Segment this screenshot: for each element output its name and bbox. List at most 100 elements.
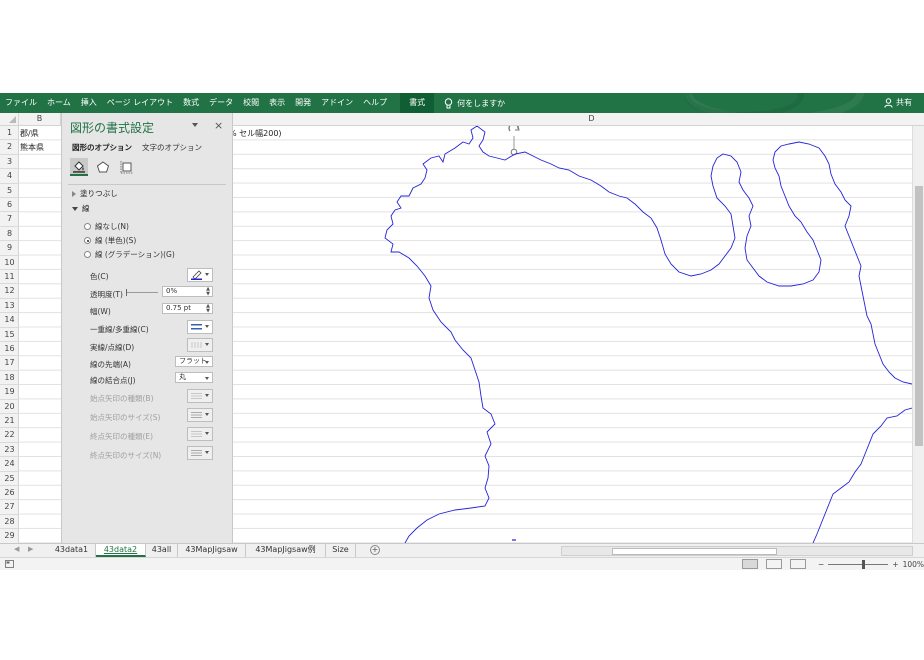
ribbon-tab-1[interactable]: ホーム — [42, 93, 76, 113]
add-sheet-icon[interactable]: + — [370, 545, 380, 555]
row-header-9[interactable]: 9 — [0, 241, 19, 256]
zoom-level[interactable]: 100% — [903, 560, 924, 569]
row-header-2[interactable]: 2 — [0, 140, 19, 155]
select-all-corner[interactable] — [0, 113, 19, 125]
transparency-input[interactable]: 0% ▲ ▼ — [162, 286, 213, 297]
column-header-b[interactable]: B — [19, 113, 61, 125]
row-header-27[interactable]: 27 — [0, 500, 19, 515]
pane-options-dropdown[interactable] — [192, 123, 198, 127]
row-header-12[interactable]: 12 — [0, 284, 19, 299]
zoom-slider[interactable] — [828, 559, 889, 569]
end-arrow-type-dropdown[interactable] — [187, 427, 213, 441]
close-icon[interactable]: × — [214, 119, 223, 132]
rotation-handle[interactable] — [508, 126, 520, 156]
width-spinner[interactable]: ▲ ▼ — [206, 304, 210, 314]
row-header-24[interactable]: 24 — [0, 457, 19, 472]
row-header-11[interactable]: 11 — [0, 270, 19, 285]
zoom-slider-knob[interactable] — [862, 559, 866, 569]
row-header-8[interactable]: 8 — [0, 227, 19, 242]
ribbon-tab-2[interactable]: 挿入 — [76, 93, 102, 113]
ribbon-tab-8[interactable]: 開発 — [290, 93, 316, 113]
page-break-view-icon[interactable] — [790, 559, 806, 569]
zoom-in-icon[interactable]: + — [892, 560, 898, 569]
sheet-tab-43data1[interactable]: 43data1 — [48, 544, 96, 557]
horizontal-scroll-thumb[interactable] — [612, 548, 777, 555]
vertical-scroll-thumb[interactable] — [915, 186, 923, 446]
radio-no-line[interactable]: 線なし(N) — [84, 221, 129, 232]
transparency-label: 透明度(T) — [90, 290, 123, 299]
begin-arrow-type-dropdown[interactable] — [187, 389, 213, 403]
row-header-15[interactable]: 15 — [0, 328, 19, 342]
row-header-26[interactable]: 26 — [0, 486, 19, 501]
size-properties-icon[interactable] — [118, 158, 136, 176]
row-header-23[interactable]: 23 — [0, 443, 19, 458]
width-input[interactable]: 0.75 pt ▲ ▼ — [162, 303, 213, 314]
row-header-20[interactable]: 20 — [0, 400, 19, 414]
ribbon-tab-4[interactable]: 数式 — [178, 93, 204, 113]
row-header-17[interactable]: 17 — [0, 356, 19, 371]
ribbon-tab-7[interactable]: 表示 — [264, 93, 290, 113]
transparency-slider[interactable] — [126, 289, 158, 296]
ribbon-tab-6[interactable]: 校閲 — [238, 93, 264, 113]
ribbon-tab-11[interactable]: 書式 — [400, 93, 435, 113]
row-header-22[interactable]: 22 — [0, 428, 19, 443]
sheet-next-icon[interactable]: ▶ — [28, 545, 33, 553]
line-color-picker[interactable] — [187, 268, 213, 282]
zoom-out-icon[interactable]: − — [818, 560, 824, 569]
row-header-10[interactable]: 10 — [0, 256, 19, 270]
row-header-3[interactable]: 3 — [0, 155, 19, 170]
sheet-tab-43mapjigsaw-example[interactable]: 43MapJigsaw例 — [246, 544, 326, 557]
sheet-tab-size[interactable]: Size — [326, 544, 356, 557]
macro-record-icon[interactable] — [5, 560, 14, 568]
cell-b2[interactable]: 熊本県 — [20, 142, 44, 153]
section-fill[interactable]: 塗りつぶし — [72, 188, 118, 199]
column-header-d[interactable]: D — [233, 113, 924, 125]
row-header-29[interactable]: 29 — [0, 529, 19, 544]
sheet-tab-43data2[interactable]: 43data2 — [96, 544, 146, 557]
row-header-14[interactable]: 14 — [0, 313, 19, 328]
row-header-19[interactable]: 19 — [0, 385, 19, 400]
map-outline-svg[interactable] — [233, 126, 912, 543]
page-layout-view-icon[interactable] — [766, 559, 782, 569]
tell-me-search[interactable]: 何をしますか — [444, 97, 505, 109]
section-line[interactable]: 線 — [72, 203, 90, 214]
end-arrow-size-dropdown[interactable] — [187, 446, 213, 460]
horizontal-scrollbar[interactable] — [561, 546, 913, 556]
join-type-dropdown[interactable]: 丸 — [175, 372, 213, 383]
vertical-scrollbar[interactable] — [912, 126, 924, 543]
ribbon-tab-10[interactable]: ヘルプ — [358, 93, 392, 113]
row-header-7[interactable]: 7 — [0, 212, 19, 227]
row-header-16[interactable]: 16 — [0, 342, 19, 357]
sheet-tab-43all[interactable]: 43all — [146, 544, 178, 557]
ribbon-tab-0[interactable]: ファイル — [0, 93, 42, 113]
tab-text-options[interactable]: 文字のオプション — [142, 142, 202, 153]
effects-pentagon-icon[interactable] — [94, 158, 112, 176]
row-header-13[interactable]: 13 — [0, 299, 19, 314]
compound-type-dropdown[interactable] — [187, 320, 213, 334]
ribbon-tab-9[interactable]: アドイン — [316, 93, 358, 113]
fill-line-icon[interactable] — [70, 158, 88, 176]
dash-type-dropdown[interactable] — [187, 338, 213, 352]
ribbon-tab-3[interactable]: ページ レイアウト — [102, 93, 178, 113]
sheet-tab-43mapjigsaw[interactable]: 43MapJigsaw — [178, 544, 246, 557]
row-header-28[interactable]: 28 — [0, 515, 19, 530]
radio-gradient-line[interactable]: 線 (グラデーション)(G) — [84, 249, 175, 260]
radio-solid-line[interactable]: 線 (単色)(S) — [84, 235, 136, 246]
row-header-25[interactable]: 25 — [0, 472, 19, 486]
row-header-18[interactable]: 18 — [0, 371, 19, 386]
normal-view-icon[interactable] — [742, 559, 758, 569]
transparency-spinner[interactable]: ▲ ▼ — [206, 287, 210, 297]
ribbon-tab-5[interactable]: データ — [204, 93, 238, 113]
row-header-6[interactable]: 6 — [0, 198, 19, 213]
map-outline-shape[interactable] — [233, 126, 912, 543]
share-button[interactable]: 共有 — [884, 93, 912, 113]
row-header-4[interactable]: 4 — [0, 169, 19, 184]
tab-shape-options[interactable]: 図形のオプション — [72, 142, 132, 153]
row-header-1[interactable]: 1 — [0, 126, 19, 141]
row-header-21[interactable]: 21 — [0, 414, 19, 429]
cap-type-dropdown[interactable]: フラット — [175, 356, 213, 367]
sheet-prev-icon[interactable]: ◀ — [14, 545, 19, 553]
begin-arrow-size-dropdown[interactable] — [187, 408, 213, 422]
row-header-5[interactable]: 5 — [0, 184, 19, 198]
cell-b1[interactable]: 郡/県 — [20, 128, 39, 139]
